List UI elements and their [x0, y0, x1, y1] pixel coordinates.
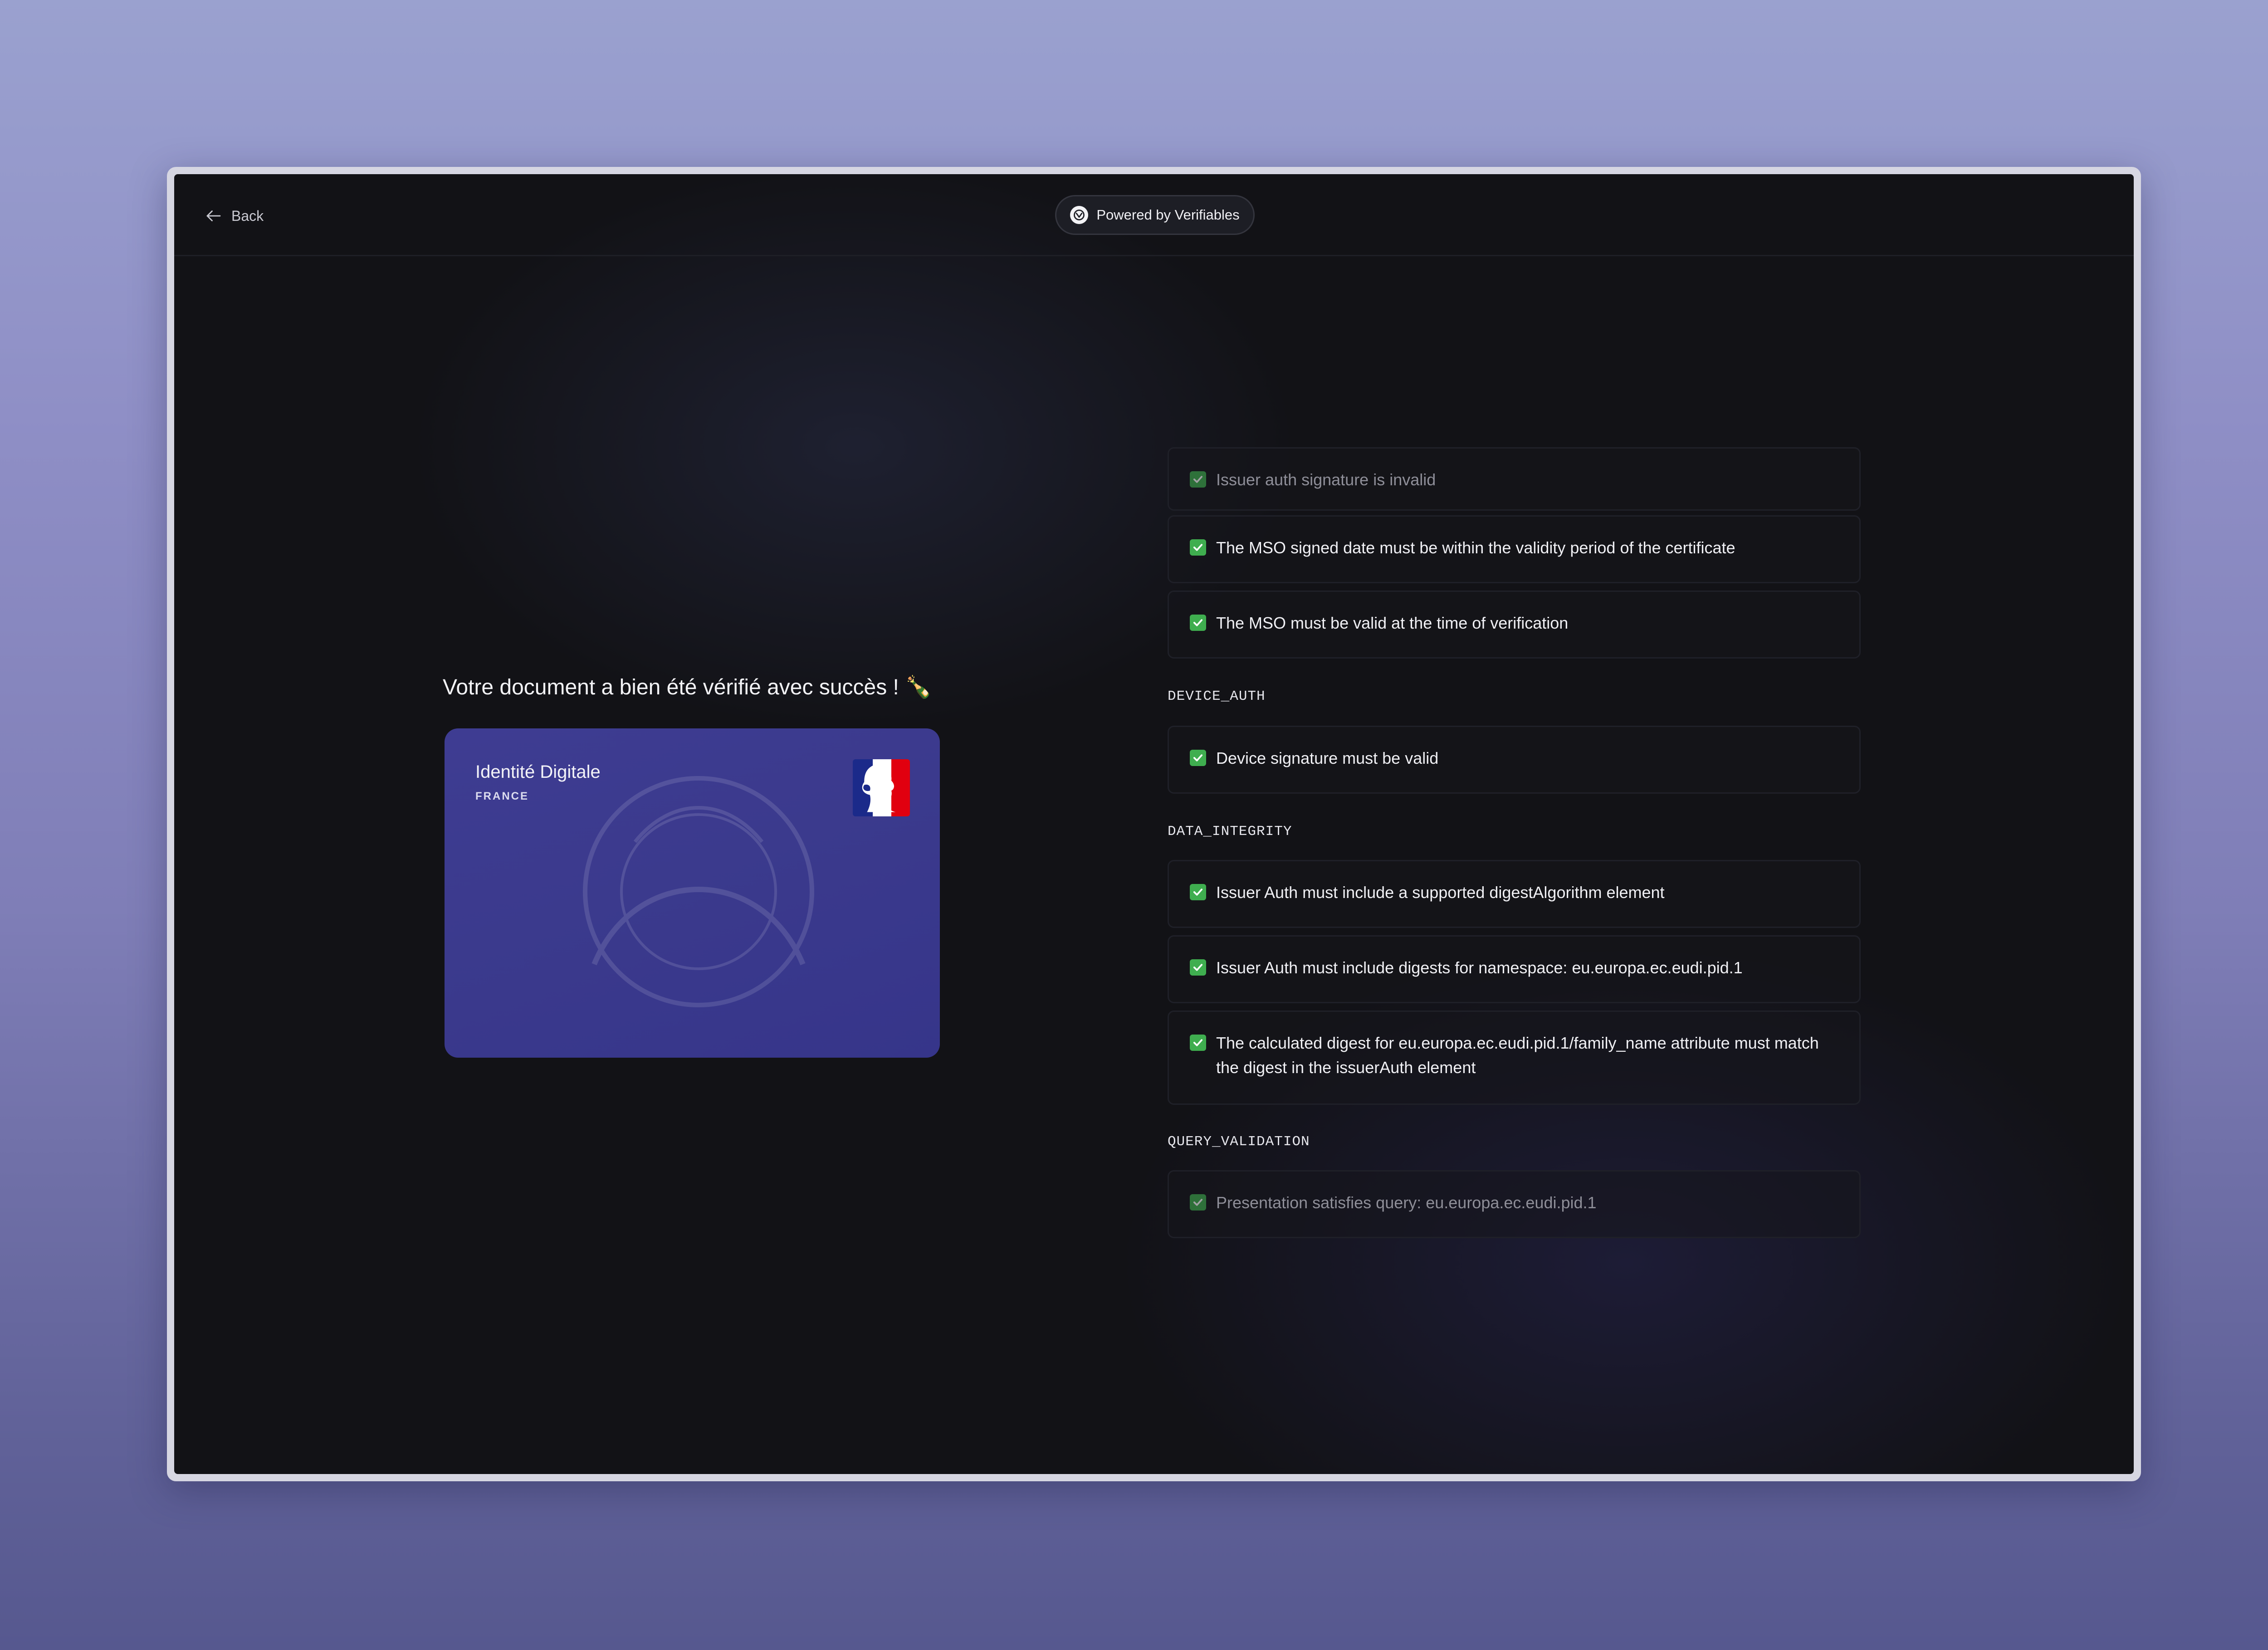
top-bar: Back Powered by Verifiables [174, 174, 2134, 256]
powered-by-label: Powered by Verifiables [1096, 207, 1240, 223]
checkmark-icon [1190, 1194, 1206, 1211]
check-label: The MSO signed date must be within the v… [1216, 538, 1735, 557]
check-label: Presentation satisfies query: eu.europa.… [1216, 1193, 1597, 1212]
check-label: Issuer Auth must include a supported dig… [1216, 883, 1665, 902]
check-mso-signed-date: The MSO signed date must be within the v… [1168, 515, 1861, 583]
check-label: Issuer Auth must include digests for nam… [1216, 958, 1743, 977]
check-calculated-digest: The calculated digest for eu.europa.ec.e… [1168, 1011, 1861, 1105]
check-digest-algorithm: Issuer Auth must include a supported dig… [1168, 860, 1861, 928]
section-label-data-integrity: DATA_INTEGRITY [1168, 824, 1292, 840]
checkmark-icon [1190, 750, 1206, 766]
powered-by-badge[interactable]: Powered by Verifiables [1055, 195, 1255, 235]
back-button[interactable]: Back [204, 202, 264, 229]
success-headline: Votre document a bien été vérifié avec s… [443, 675, 932, 699]
card-title: Identité Digitale [475, 762, 601, 782]
check-label: The MSO must be valid at the time of ver… [1216, 614, 1569, 632]
check-label: Issuer auth signature is invalid [1216, 470, 1436, 489]
section-label-device-auth: DEVICE_AUTH [1168, 688, 1266, 704]
check-presentation-query: Presentation satisfies query: eu.europa.… [1168, 1170, 1861, 1238]
check-label: Device signature must be valid [1216, 749, 1439, 767]
checkmark-icon [1190, 471, 1206, 488]
checkmark-icon [1190, 959, 1206, 976]
checkmark-icon [1190, 615, 1206, 631]
app-window: Back Powered by Verifiables Votre docume… [174, 174, 2134, 1474]
marianne-logo-icon [853, 759, 910, 816]
check-issuer-signature: Issuer auth signature is invalid [1168, 447, 1861, 511]
check-device-signature: Device signature must be valid [1168, 726, 1861, 794]
card-country: FRANCE [475, 790, 529, 802]
check-label: The calculated digest for eu.europa.ec.e… [1216, 1034, 1819, 1077]
section-label-query-validation: QUERY_VALIDATION [1168, 1134, 1310, 1150]
checkmark-icon [1190, 884, 1206, 900]
checkmark-icon [1190, 1035, 1206, 1051]
back-label: Back [231, 207, 264, 224]
check-digests-namespace: Issuer Auth must include digests for nam… [1168, 935, 1861, 1003]
checkmark-icon [1190, 539, 1206, 556]
check-mso-valid: The MSO must be valid at the time of ver… [1168, 591, 1861, 659]
verifiables-logo-icon [1070, 206, 1089, 224]
arrow-left-icon [206, 210, 221, 221]
